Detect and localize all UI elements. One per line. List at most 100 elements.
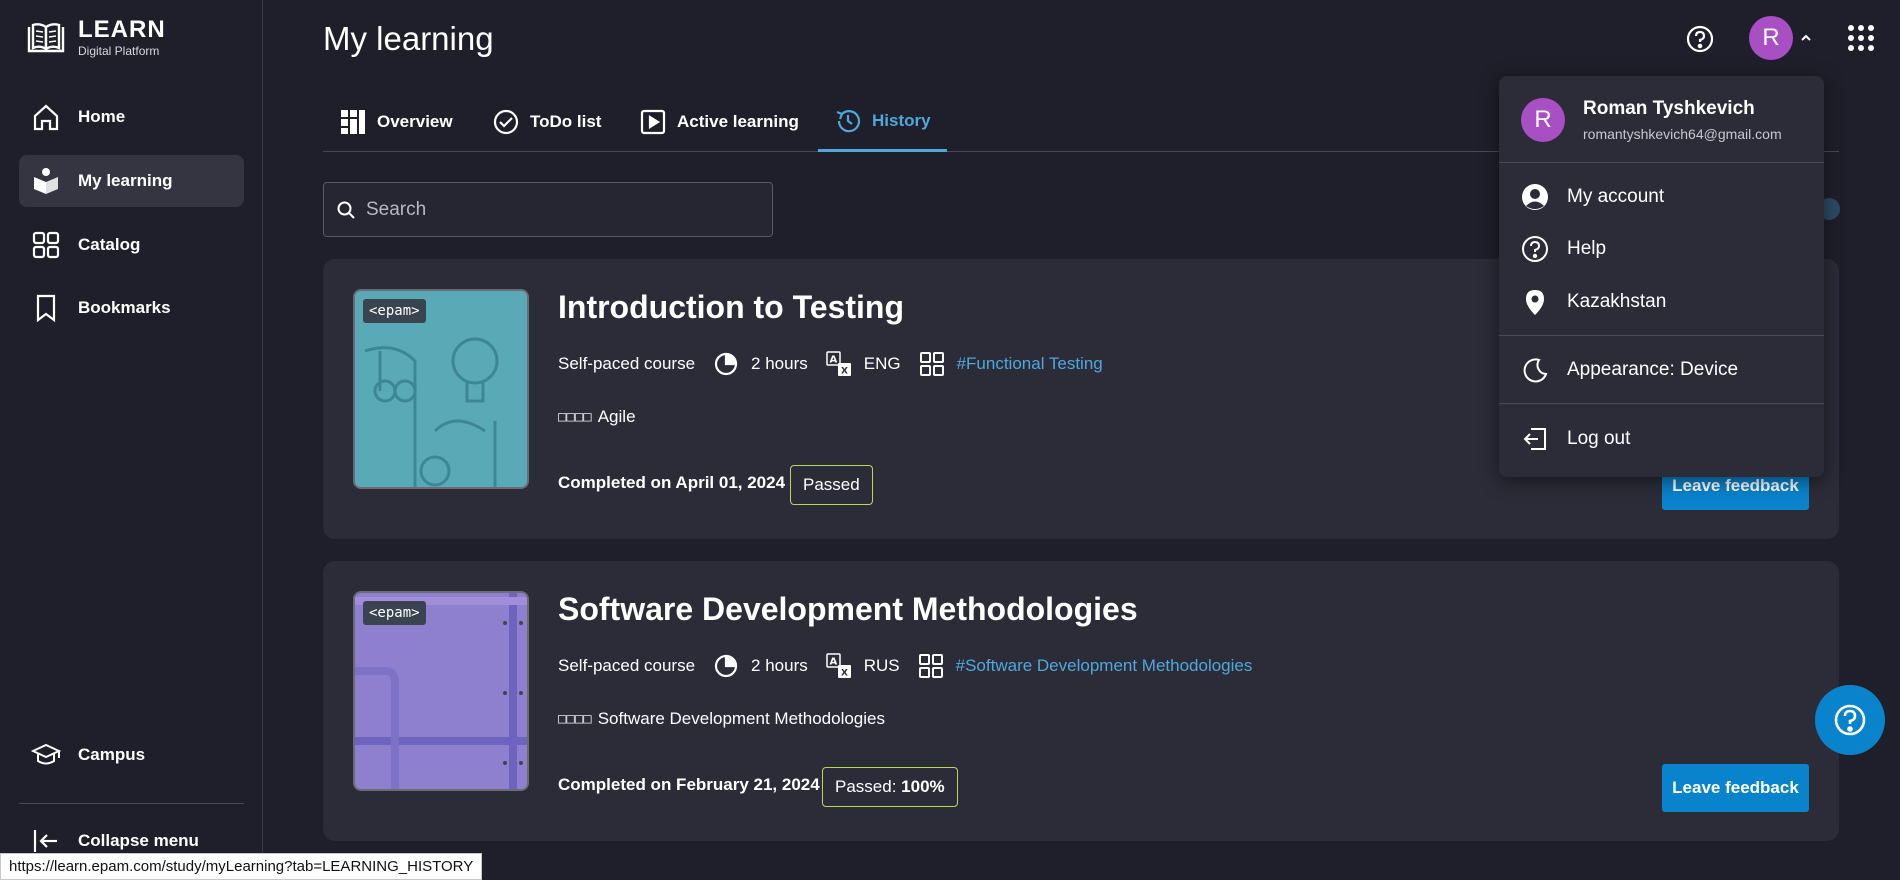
account-icon (1522, 184, 1548, 210)
my-learning-icon (34, 168, 58, 194)
check-circle-icon (493, 109, 519, 135)
course-skill: □□□□ Agile (558, 407, 636, 427)
floating-help-button[interactable] (1815, 685, 1885, 755)
logo-title: LEARN (78, 16, 166, 43)
apps-grid-icon (1848, 25, 1874, 51)
skill-glyphs: □□□□ (558, 711, 592, 727)
course-type: Self-paced course (558, 656, 696, 675)
course-title[interactable]: Introduction to Testing (558, 289, 904, 326)
menu-item-label: My account (1567, 186, 1665, 207)
apps-grid-button[interactable] (1847, 24, 1875, 57)
sidebar-item-home[interactable]: Home (19, 91, 244, 143)
search-box (323, 182, 773, 237)
leave-feedback-button[interactable]: Leave feedback (1662, 764, 1809, 812)
completion-date: Completed on April 01, 2024 (558, 473, 786, 492)
course-language: RUS (863, 656, 900, 675)
home-icon (33, 104, 59, 131)
menu-item-log-out[interactable]: Log out (1521, 425, 1630, 453)
sidebar: LEARN Digital Platform Home My learning … (0, 0, 263, 880)
logo-subtitle: Digital Platform (78, 44, 160, 58)
completion-date: Completed on February 21, 2024 (558, 775, 820, 794)
help-icon (1834, 704, 1866, 736)
provider-badge: <epam> (363, 601, 426, 625)
tab-label: Active learning (677, 112, 799, 131)
course-title[interactable]: Software Development Methodologies (558, 591, 1138, 628)
sidebar-item-label: My learning (78, 171, 173, 190)
course-duration: 2 hours (751, 656, 808, 675)
course-duration: 2 hours (751, 354, 808, 373)
svg-text:X: X (841, 669, 848, 679)
tab-label: ToDo list (530, 112, 602, 131)
moon-icon (1523, 358, 1548, 383)
status-badge: Passed: 100% (822, 767, 958, 807)
sidebar-item-bookmarks[interactable]: Bookmarks (19, 282, 244, 334)
bookmark-icon (36, 294, 56, 323)
search-input[interactable] (366, 198, 746, 221)
tab-history[interactable]: History (818, 92, 947, 152)
menu-divider (1499, 403, 1824, 404)
location-icon (1526, 290, 1544, 315)
sidebar-item-label: Catalog (78, 235, 141, 254)
page-title: My learning (323, 20, 494, 57)
avatar: R (1521, 98, 1565, 142)
collapse-icon (33, 830, 57, 852)
menu-item-label: Help (1567, 238, 1607, 259)
menu-item-my-account[interactable]: My account (1521, 183, 1664, 211)
sidebar-item-my-learning[interactable]: My learning (19, 155, 244, 207)
menu-item-label: Appearance: Device (1567, 359, 1739, 380)
menu-divider (1499, 335, 1824, 336)
course-type: Self-paced course (558, 354, 696, 373)
sidebar-item-catalog[interactable]: Catalog (19, 219, 244, 271)
course-thumbnail[interactable]: <epam> (353, 591, 529, 791)
tab-active-learning[interactable]: Active learning (623, 92, 815, 152)
sidebar-item-label: Home (78, 107, 126, 126)
sidebar-item-label: Collapse menu (78, 831, 199, 850)
menu-item-help[interactable]: Help (1521, 235, 1606, 263)
tab-label: History (872, 110, 931, 130)
menu-divider (1499, 162, 1824, 163)
help-icon (1522, 236, 1548, 262)
overview-icon (341, 110, 365, 134)
course-tag-link[interactable]: #Software Development Methodologies (956, 656, 1253, 676)
user-email: romantyshkevich64@gmail.com (1583, 126, 1782, 142)
logout-icon (1523, 428, 1546, 450)
language-icon: AX (825, 351, 851, 377)
status-text: Passed: (835, 777, 902, 796)
user-menu-toggle[interactable]: R (1749, 16, 1813, 60)
user-info: R Roman Tyshkevich romantyshkevich64@gma… (1521, 98, 1782, 142)
clock-icon (714, 352, 738, 376)
course-language: ENG (863, 354, 901, 373)
graduation-cap-icon (31, 743, 61, 765)
course-tag-link[interactable]: #Functional Testing (957, 354, 1103, 374)
skill-label: Agile (597, 407, 636, 426)
tab-overview[interactable]: Overview (323, 92, 469, 152)
logo[interactable]: LEARN Digital Platform (26, 18, 166, 57)
status-bar-url: https://learn.epam.com/study/myLearning?… (0, 853, 483, 880)
status-score: 100% (901, 777, 945, 796)
skill-label: Software Development Methodologies (597, 709, 885, 728)
book-logo-icon (27, 22, 65, 52)
course-meta: Self-paced course 2 hours AX RUS #Softwa… (558, 651, 1270, 681)
status-badge: Passed (790, 465, 873, 505)
course-skill: □□□□ Software Development Methodologies (558, 709, 885, 729)
tab-todo-list[interactable]: ToDo list (476, 92, 617, 152)
user-menu-dropdown: R Roman Tyshkevich romantyshkevich64@gma… (1499, 76, 1824, 477)
status-text: Passed (803, 475, 860, 494)
menu-item-appearance[interactable]: Appearance: Device (1521, 356, 1738, 384)
avatar: R (1749, 16, 1793, 60)
course-card: <epam> Software Development Methodologie… (323, 561, 1839, 841)
menu-item-location[interactable]: Kazakhstan (1521, 288, 1666, 316)
skill-glyphs: □□□□ (558, 409, 592, 425)
svg-text:A: A (829, 355, 837, 366)
category-icon (919, 352, 944, 376)
svg-text:A: A (829, 657, 837, 668)
course-thumbnail[interactable]: <epam> (353, 289, 529, 489)
provider-badge: <epam> (363, 299, 426, 323)
language-icon: AX (825, 653, 851, 679)
chevron-up-icon (1801, 34, 1811, 41)
svg-text:X: X (841, 367, 848, 377)
search-icon (337, 201, 355, 219)
help-button[interactable] (1685, 24, 1715, 59)
category-icon (918, 654, 943, 678)
sidebar-item-campus[interactable]: Campus (19, 729, 244, 781)
